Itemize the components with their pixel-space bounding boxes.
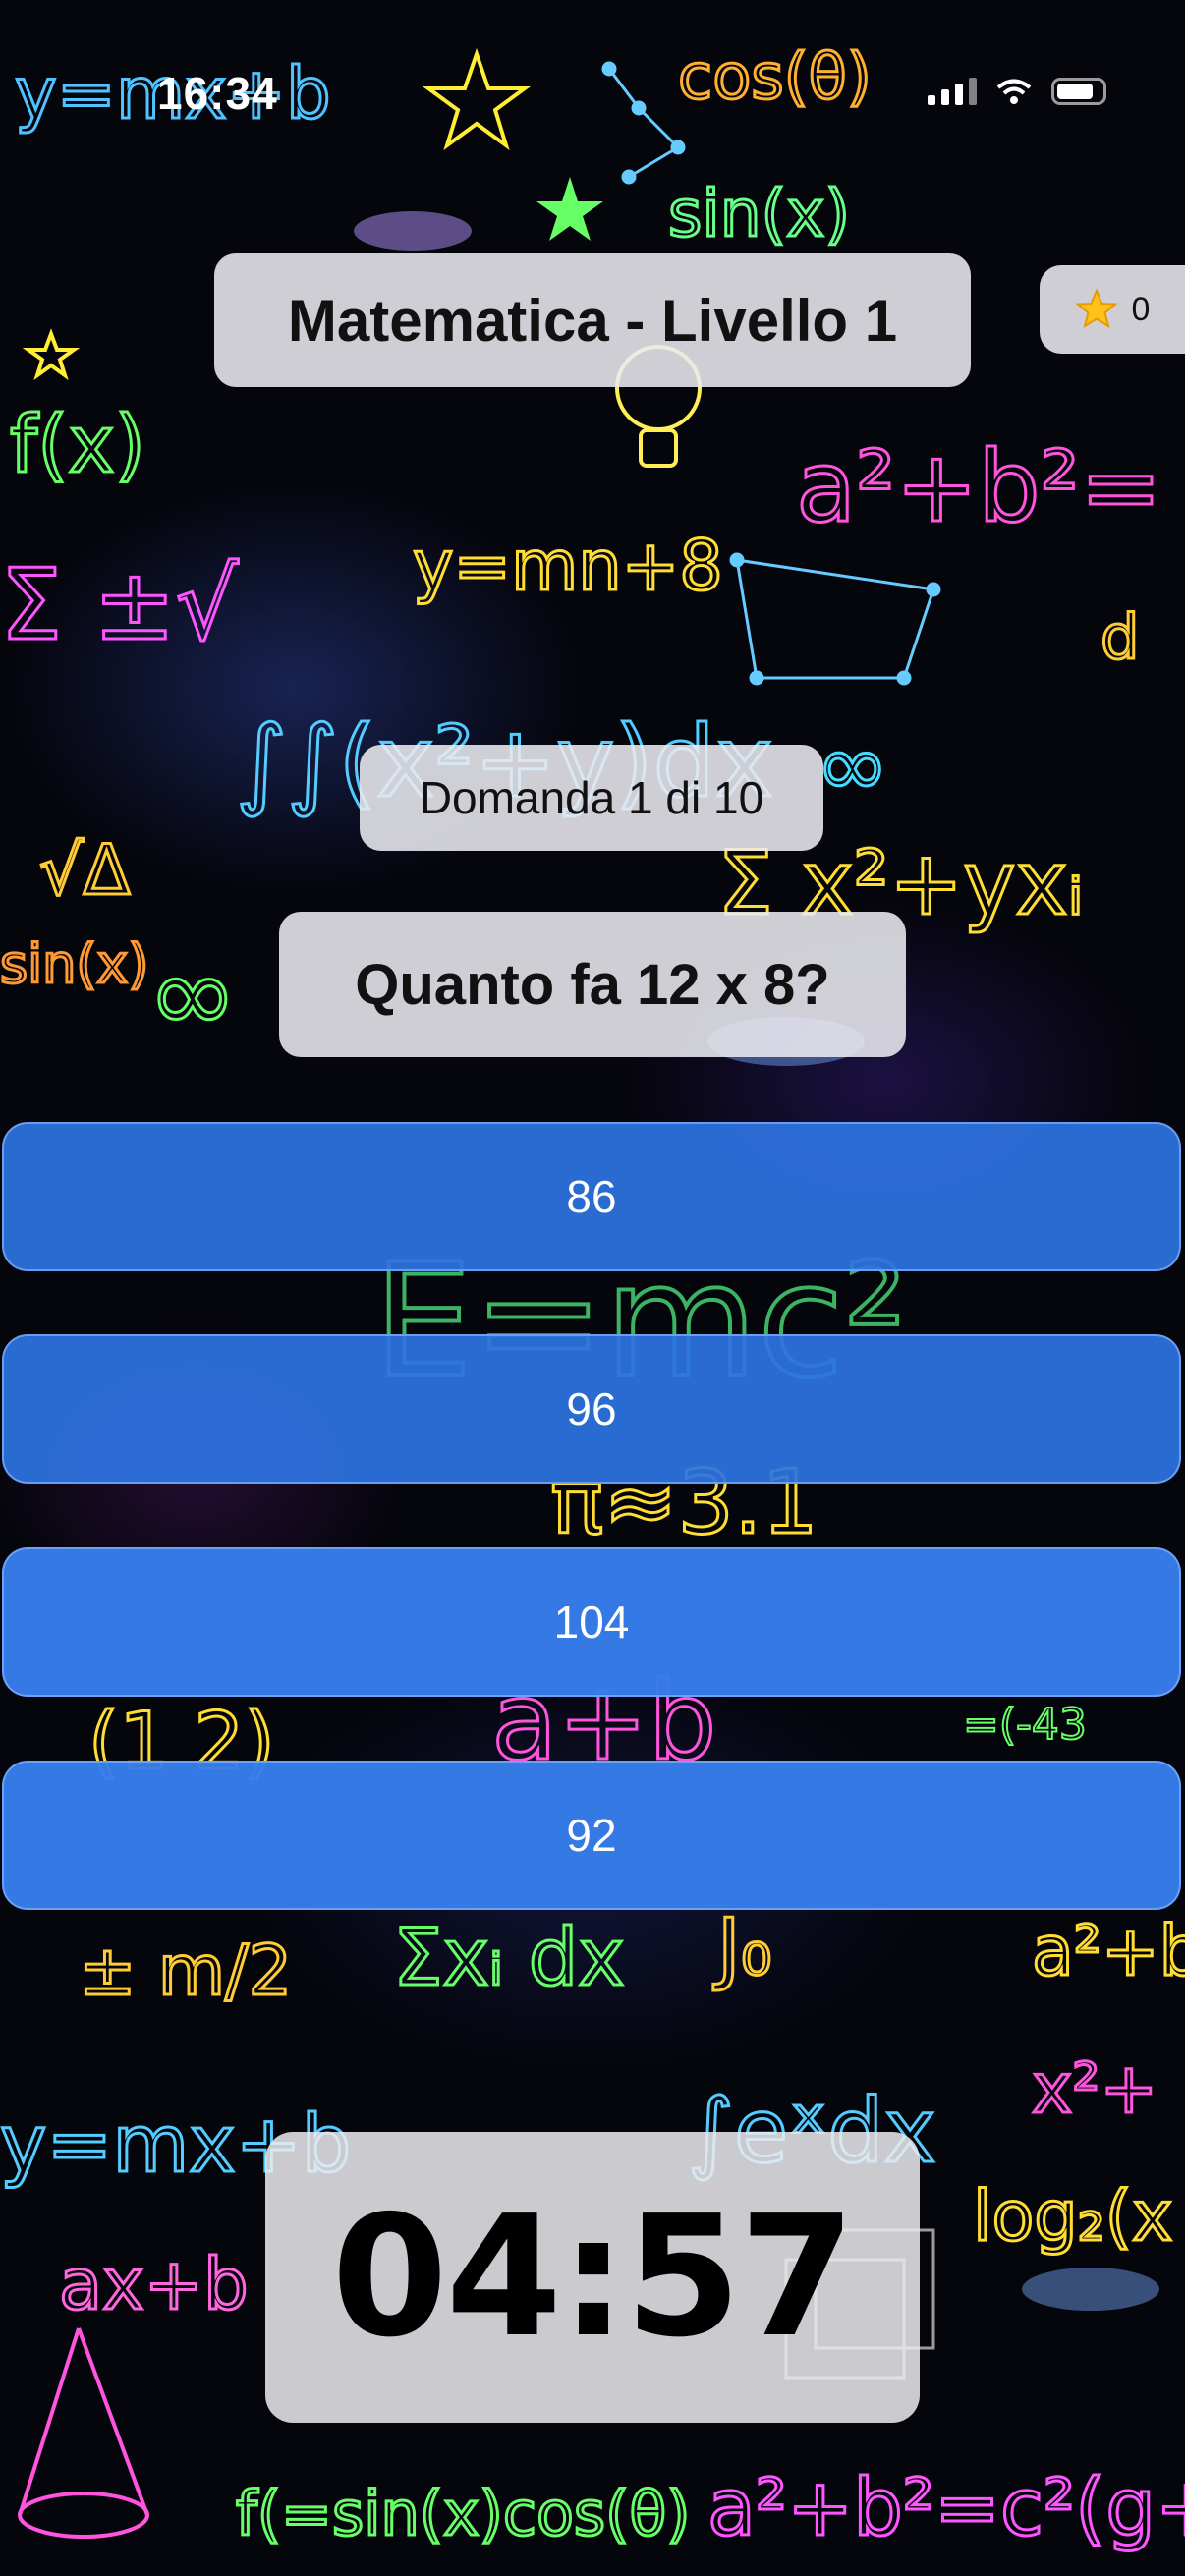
status-bar-icons — [928, 77, 1106, 106]
svg-text:sin(x): sin(x) — [0, 933, 148, 995]
score-badge: 0 — [1040, 265, 1185, 354]
svg-text:a²+b: a²+b — [1032, 1911, 1185, 1991]
level-title-panel: Matematica - Livello 1 — [214, 253, 971, 387]
cellular-signal-icon — [928, 78, 977, 105]
svg-text:√Δ: √Δ — [39, 830, 131, 911]
answer-button-1[interactable]: 86 — [2, 1122, 1181, 1271]
score-value: 0 — [1131, 290, 1151, 328]
answer-button-4[interactable]: 92 — [2, 1761, 1181, 1910]
svg-text:ax+b: ax+b — [59, 2243, 249, 2325]
svg-text:a²+b²=: a²+b²= — [796, 429, 1162, 544]
svg-text:∞: ∞ — [147, 931, 238, 1057]
svg-text:Σ ±√: Σ ±√ — [0, 547, 239, 662]
answer-label: 104 — [553, 1596, 630, 1648]
svg-text:y=mn+8: y=mn+8 — [413, 526, 723, 606]
svg-text:f(=sin(x)cos(θ): f(=sin(x)cos(θ) — [236, 2478, 691, 2549]
svg-text:a²+b²=c²(g+: a²+b²=c²(g+ — [707, 2462, 1185, 2553]
question-counter: Domanda 1 di 10 — [419, 772, 764, 823]
svg-text:± m/2: ± m/2 — [79, 1931, 292, 2011]
svg-text:f(x): f(x) — [10, 399, 145, 490]
svg-text:d: d — [1100, 601, 1139, 673]
star-icon — [1074, 288, 1118, 329]
svg-text:=(-43: =(-43 — [963, 1700, 1087, 1750]
svg-text:cos(θ): cos(θ) — [678, 41, 872, 114]
answer-button-2[interactable]: 96 — [2, 1334, 1181, 1484]
question-counter-panel: Domanda 1 di 10 — [360, 745, 823, 851]
svg-text:∞: ∞ — [816, 714, 889, 817]
answer-label: 92 — [566, 1810, 617, 1861]
answer-label: 86 — [566, 1171, 617, 1222]
question-panel: Quanto fa 12 x 8? — [279, 912, 906, 1057]
battery-icon — [1051, 78, 1106, 105]
svg-text:x²+: x²+ — [1032, 2048, 1157, 2129]
svg-text:J₀: J₀ — [712, 1902, 772, 1993]
answer-label: 96 — [566, 1383, 617, 1434]
wifi-icon — [996, 79, 1032, 104]
question-text: Quanto fa 12 x 8? — [355, 952, 830, 1017]
status-bar-time: 16:34 — [157, 68, 278, 119]
level-title: Matematica - Livello 1 — [287, 287, 898, 354]
answer-button-3[interactable]: 104 — [2, 1547, 1181, 1697]
countdown-timer: 04:57 — [331, 2180, 855, 2375]
svg-text:Σxᵢ dx: Σxᵢ dx — [393, 1912, 625, 2003]
svg-text:sin(x): sin(x) — [668, 176, 850, 252]
countdown-timer-panel: 04:57 — [265, 2132, 920, 2423]
svg-text:log₂(x: log₂(x — [973, 2176, 1173, 2257]
